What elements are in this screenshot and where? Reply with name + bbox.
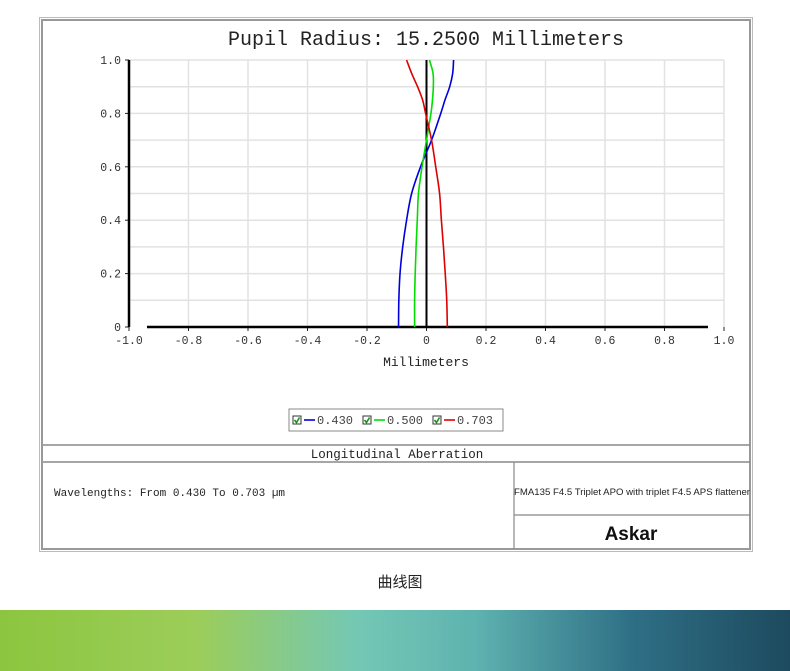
aberration-chart: Pupil Radius: 15.2500 Millimeters -1.0 -0… xyxy=(43,29,750,549)
x-axis-label: Millimeters xyxy=(383,355,469,370)
x-tick-label: -0.4 xyxy=(294,335,322,348)
decorative-gradient-band xyxy=(0,610,790,671)
wavelengths-text: Wavelengths: From 0.430 To 0.703 µm xyxy=(54,488,285,500)
legend-label: 0.430 xyxy=(317,414,353,428)
x-tick-label: 0.8 xyxy=(654,335,675,348)
x-tick-label: 0.6 xyxy=(595,335,616,348)
x-tick-label: -1.0 xyxy=(115,335,143,348)
askar-logo: Askar xyxy=(605,524,658,545)
x-tick-label: 0.2 xyxy=(476,335,497,348)
x-tick-label: -0.6 xyxy=(234,335,262,348)
chart-title: Pupil Radius: 15.2500 Millimeters xyxy=(228,29,624,52)
plot-type-label: Longitudinal Aberration xyxy=(311,448,484,462)
figure-caption: 曲线图 xyxy=(377,573,423,591)
y-tick-label: 0.6 xyxy=(100,162,121,175)
x-tick-label: 1.0 xyxy=(714,335,735,348)
y-tick-label: 0.2 xyxy=(100,269,121,282)
legend-label: 0.703 xyxy=(457,414,493,428)
x-tick-label: 0.4 xyxy=(535,335,556,348)
y-tick-label: 0 xyxy=(114,322,121,335)
x-tick-label: 0 xyxy=(423,335,430,348)
legend: 0.430 0.500 0.703 xyxy=(292,414,493,428)
y-tick-label: 0.8 xyxy=(100,108,121,121)
x-tick-label: -0.2 xyxy=(353,335,381,348)
y-tick-label: 0.4 xyxy=(100,215,121,228)
x-tick-label: -0.8 xyxy=(175,335,203,348)
lens-description: FMA135 F4.5 Triplet APO with triplet F4.… xyxy=(514,487,750,497)
y-tick-label: 1.0 xyxy=(100,55,121,68)
legend-label: 0.500 xyxy=(387,414,423,428)
